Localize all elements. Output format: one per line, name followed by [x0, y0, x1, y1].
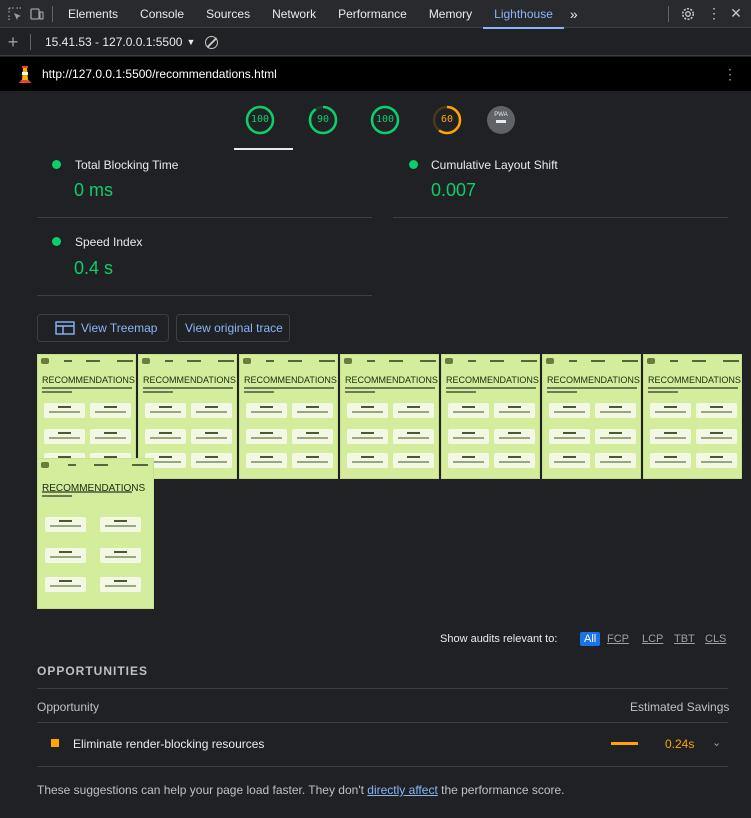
close-devtools-icon[interactable]: ✕ — [725, 3, 747, 25]
directly-affect-link[interactable]: directly affect — [367, 783, 437, 797]
opportunities-footer: These suggestions can help your page loa… — [37, 783, 565, 797]
metric-cls-title: Cumulative Layout Shift — [431, 158, 558, 172]
new-report-icon[interactable]: + — [0, 32, 26, 53]
average-score-icon — [51, 739, 59, 747]
filter-chip-lcp[interactable]: LCP — [642, 633, 663, 645]
gauge-best-practices[interactable]: 100 — [370, 105, 400, 135]
more-options-icon[interactable]: ⋮ — [703, 3, 725, 25]
thumbnail-title: RECOMMENDATIONS — [345, 375, 438, 385]
tab-memory[interactable]: Memory — [418, 0, 483, 28]
metric-divider — [393, 217, 728, 218]
filmstrip-frame: RECOMMENDATIONS — [441, 354, 540, 479]
view-trace-label: View original trace — [185, 321, 283, 335]
report-url-bar: http://127.0.0.1:5500/recommendations.ht… — [0, 57, 751, 91]
header-divider — [37, 722, 728, 723]
savings-value: 0.24s — [665, 737, 695, 751]
device-toolbar-icon[interactable] — [26, 3, 48, 25]
devtools-tabbar: Elements Console Sources Network Perform… — [0, 0, 751, 29]
row-divider — [37, 766, 728, 767]
active-gauge-underline — [234, 148, 293, 150]
score-gauges: 100 90 100 60 PWA — [0, 91, 751, 153]
filter-chip-tbt[interactable]: TBT — [674, 633, 695, 645]
metric-tbt-title: Total Blocking Time — [75, 158, 179, 172]
footer-text-before: These suggestions can help your page loa… — [37, 783, 368, 797]
section-divider — [37, 688, 728, 689]
gauge-score: 100 — [250, 114, 270, 125]
metric-pass-icon — [409, 160, 418, 169]
thumbnail-title: RECOMMENDATIONS — [446, 375, 539, 385]
settings-gear-icon[interactable] — [677, 3, 699, 25]
thumbnail-title: RECOMMENDATIONS — [143, 375, 236, 385]
report-selector[interactable]: 15.41.53 - 127.0.0.1:5500 — [45, 35, 182, 49]
filmstrip-frame: RECOMMENDATIONS — [643, 354, 742, 479]
thumbnail-title: RECOMMENDATIONS — [547, 375, 640, 385]
tab-network[interactable]: Network — [261, 0, 327, 28]
view-trace-button[interactable]: View original trace — [176, 314, 290, 342]
gauge-score: 100 — [375, 114, 395, 125]
pwa-label: PWA — [494, 112, 508, 118]
filmstrip-frame: RECOMMENDATIONS — [239, 354, 338, 479]
toolbar-right-group: ⋮ ✕ — [664, 3, 751, 25]
metric-cls-value: 0.007 — [431, 180, 477, 200]
view-treemap-button[interactable]: View Treemap — [37, 314, 169, 342]
thumbnail-title: RECOMMENDATIONS — [42, 375, 135, 385]
opportunities-heading: OPPORTUNITIES — [37, 664, 149, 678]
toolbar-divider — [52, 5, 53, 22]
gauge-pwa[interactable]: PWA — [486, 105, 516, 135]
opportunity-column-header: Opportunity — [37, 700, 100, 714]
metric-tbt-value: 0 ms — [74, 180, 114, 200]
filter-chip-all[interactable]: All — [580, 632, 601, 646]
treemap-icon — [55, 321, 75, 335]
chevron-down-icon[interactable]: ⌄ — [712, 736, 721, 749]
opportunity-label: Eliminate render-blocking resources — [73, 737, 265, 751]
tab-elements[interactable]: Elements — [57, 0, 129, 28]
lighthouse-toolbar: + 15.41.53 - 127.0.0.1:5500 ▼ — [0, 29, 751, 56]
toolbar-divider — [30, 34, 31, 50]
gauge-score: 60 — [440, 114, 454, 125]
gauge-accessibility[interactable]: 90 — [308, 105, 338, 135]
metric-divider — [37, 295, 372, 296]
gauge-score: 90 — [316, 114, 330, 125]
more-tabs-button[interactable]: » — [564, 0, 584, 28]
gauge-seo[interactable]: 60 — [432, 105, 462, 135]
savings-bar — [611, 742, 638, 745]
thumbnail-title: RECOMMENDATIONS — [244, 375, 337, 385]
metric-divider — [37, 217, 372, 218]
metric-si-title: Speed Index — [75, 235, 143, 249]
filmstrip-frame: RECOMMENDATIONS — [37, 458, 154, 609]
toolbar-divider — [668, 5, 669, 22]
tab-console[interactable]: Console — [129, 0, 195, 28]
inspect-element-icon[interactable] — [4, 3, 26, 25]
view-treemap-label: View Treemap — [81, 321, 158, 335]
filter-chip-cls[interactable]: CLS — [705, 633, 726, 645]
opportunity-row[interactable]: Eliminate render-blocking resources 0.24… — [37, 737, 727, 751]
lighthouse-logo-icon — [18, 65, 32, 83]
metric-pass-icon — [52, 237, 61, 246]
clear-reports-icon[interactable] — [205, 35, 219, 49]
dropdown-caret-icon[interactable]: ▼ — [186, 37, 195, 47]
metric-si-value: 0.4 s — [74, 258, 114, 278]
audit-filter-label: Show audits relevant to: — [440, 633, 558, 645]
report-url: http://127.0.0.1:5500/recommendations.ht… — [42, 67, 277, 81]
tab-performance[interactable]: Performance — [327, 0, 418, 28]
estimated-savings-column-header: Estimated Savings — [630, 700, 730, 714]
thumbnail-title: RECOMMENDATIONS — [648, 375, 741, 385]
metric-pass-icon — [52, 160, 61, 169]
tab-lighthouse[interactable]: Lighthouse — [483, 0, 564, 29]
filmstrip-frame: RECOMMENDATIONS — [542, 354, 641, 479]
footer-text-after: the performance score. — [437, 783, 565, 797]
gauge-performance[interactable]: 100 — [245, 105, 275, 135]
filter-chip-fcp[interactable]: FCP — [607, 633, 629, 645]
filmstrip-frame: RECOMMENDATIONS — [340, 354, 439, 479]
tab-sources[interactable]: Sources — [195, 0, 261, 28]
report-menu-icon[interactable]: ⋮ — [723, 66, 737, 83]
